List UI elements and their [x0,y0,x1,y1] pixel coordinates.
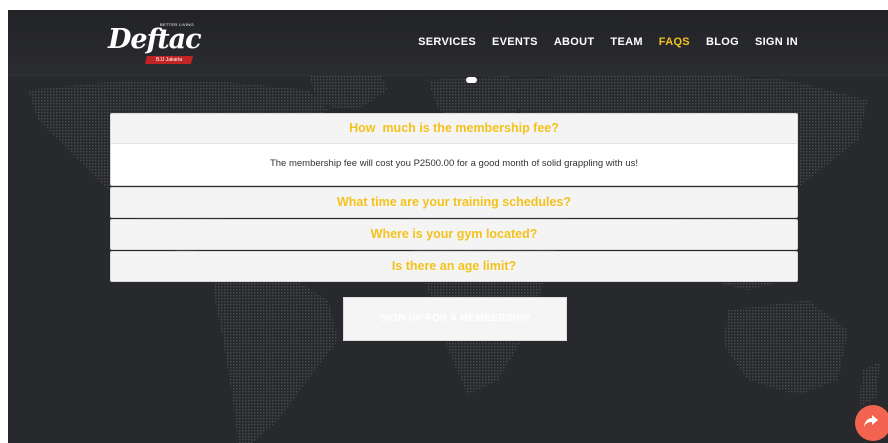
faq-item-gym-location: Where is your gym located? [110,219,798,250]
logo-wordmark: Deftac [108,24,202,55]
faq-question[interactable]: How much is the membership fee? [111,114,797,143]
decorative-shape [466,77,477,83]
nav-item-team[interactable]: TEAM [610,36,642,48]
faq-question[interactable]: What time are your training schedules? [111,188,797,217]
brand-logo[interactable]: BETTER LIVING Deftac BJJ Jakarta [108,20,204,66]
share-button[interactable] [855,405,888,441]
nav-item-about[interactable]: ABOUT [554,36,595,48]
faq-answer: The membership fee will cost you P2500.0… [111,143,797,185]
sign-up-membership-button[interactable]: SIGN UP FOR A MEMBERSHIP [343,297,567,341]
faq-question[interactable]: Where is your gym located? [111,220,797,249]
faq-item-training-schedules: What time are your training schedules? [110,187,798,218]
faq-accordion: How much is the membership fee? The memb… [110,113,798,283]
page-frame: BETTER LIVING Deftac BJJ Jakarta SERVICE… [8,10,888,443]
faq-item-membership-fee: How much is the membership fee? The memb… [110,113,798,186]
faq-question[interactable]: Is there an age limit? [111,252,797,281]
share-icon [864,415,878,427]
nav-item-events[interactable]: EVENTS [492,36,538,48]
logo-ribbon-text: BJJ Jakarta [156,57,183,63]
nav-item-sign-in[interactable]: SIGN IN [755,36,798,48]
nav-item-faqs[interactable]: FAQS [659,36,690,48]
nav-item-blog[interactable]: BLOG [706,36,739,48]
top-navigation-bar: BETTER LIVING Deftac BJJ Jakarta SERVICE… [8,10,888,75]
faq-item-age-limit: Is there an age limit? [110,251,798,282]
main-nav: SERVICES EVENTS ABOUT TEAM FAQS BLOG SIG… [402,36,798,48]
nav-item-services[interactable]: SERVICES [418,36,476,48]
